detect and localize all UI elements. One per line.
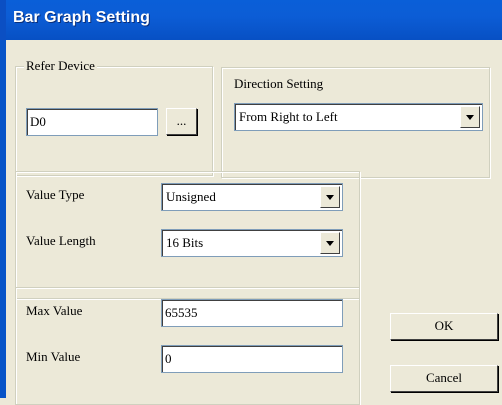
chevron-down-icon[interactable] [460, 106, 480, 128]
value-type-select-value: Unsigned [166, 189, 216, 204]
cancel-button[interactable]: Cancel [390, 365, 498, 392]
value-type-select[interactable]: Unsigned [161, 183, 343, 211]
cancel-button-label: Cancel [425, 370, 463, 385]
browse-device-button[interactable]: ... [166, 108, 197, 135]
refer-device-field[interactable]: D0 [26, 108, 158, 136]
min-value-label: Min Value [26, 349, 81, 364]
max-value-field[interactable]: 65535 [161, 299, 343, 327]
dialog-client-area: Refer Device D0 ... Direction Setting Fr… [6, 40, 502, 405]
chevron-down-icon[interactable] [320, 232, 340, 254]
direction-setting-label: Direction Setting [234, 76, 324, 91]
browse-button-label: ... [176, 113, 187, 128]
min-value-field[interactable]: 0 [161, 345, 343, 373]
ok-button[interactable]: OK [390, 313, 498, 340]
value-type-label: Value Type [26, 187, 85, 202]
max-value-label: Max Value [26, 303, 83, 318]
chevron-down-icon[interactable] [320, 186, 340, 208]
value-length-select-value: 16 Bits [166, 235, 204, 250]
value-length-select[interactable]: 16 Bits [161, 229, 343, 257]
direction-select[interactable]: From Right to Left [234, 103, 483, 131]
direction-select-value: From Right to Left [239, 109, 338, 124]
title-bar[interactable]: Bar Graph Setting [0, 0, 502, 40]
ok-button-label: OK [434, 318, 454, 333]
refer-device-legend: Refer Device [24, 58, 97, 74]
value-length-label: Value Length [26, 233, 96, 248]
window-title: Bar Graph Setting [13, 9, 150, 26]
